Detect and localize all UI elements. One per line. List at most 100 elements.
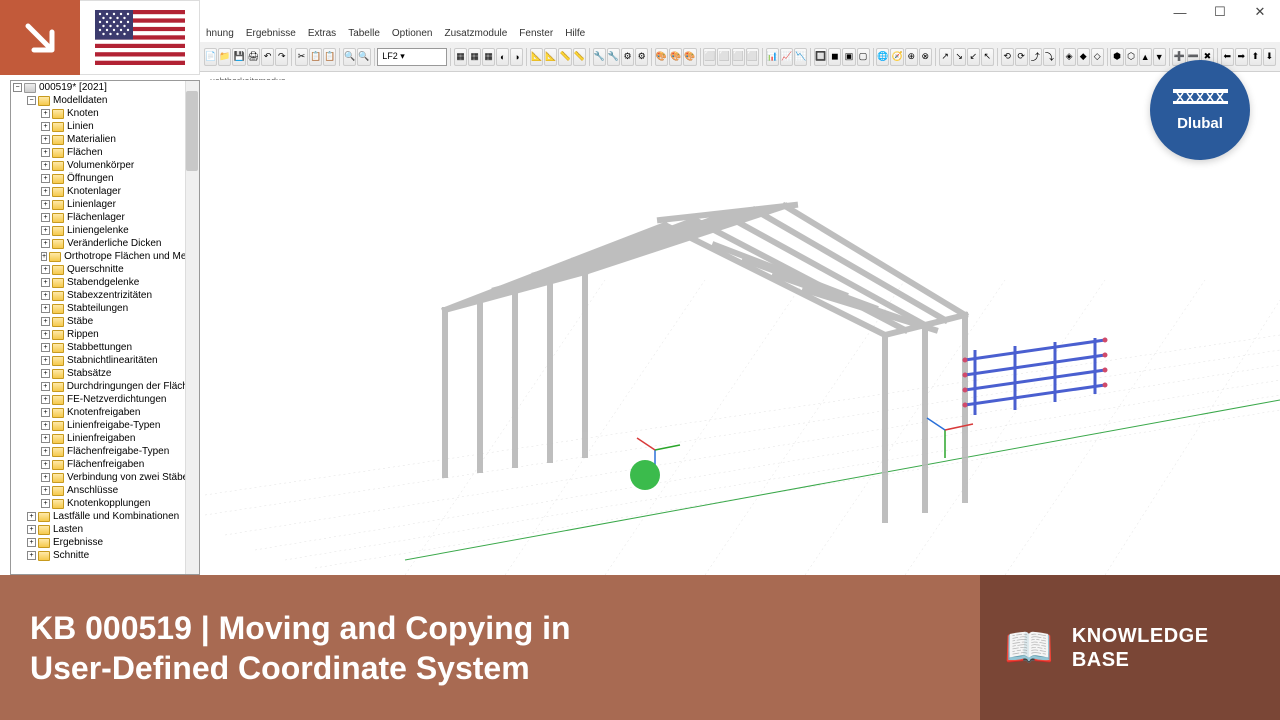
tree-item[interactable]: +Linienfreigabe-Typen <box>11 419 199 432</box>
tree-item[interactable]: +Liniengelenke <box>11 224 199 237</box>
toolbar-button[interactable]: ➡ <box>1235 48 1248 66</box>
toolbar-button[interactable]: 🎨 <box>683 48 696 66</box>
tree-item[interactable]: +Stabnichtlinearitäten <box>11 354 199 367</box>
menu-item[interactable]: Zusatzmodule <box>444 28 507 39</box>
toolbar-button[interactable]: ⬢ <box>1110 48 1123 66</box>
toolbar-button[interactable]: 📊 <box>766 48 779 66</box>
tree-item[interactable]: +Verbindung von zwei Stäben <box>11 471 199 484</box>
maximize-button[interactable]: ☐ <box>1200 0 1240 24</box>
toolbar-button[interactable]: 📄 <box>204 48 217 66</box>
toolbar-button[interactable]: ⬜ <box>732 48 745 66</box>
toolbar-button[interactable]: ⬇ <box>1263 48 1276 66</box>
tree-item[interactable]: −000519* [2021] <box>11 81 199 94</box>
toolbar-button[interactable]: 📐 <box>544 48 557 66</box>
menu-item[interactable]: Optionen <box>392 28 433 39</box>
tree-item[interactable]: +Stabexzentrizitäten <box>11 289 199 302</box>
tree-item[interactable]: +Orthotrope Flächen und Membran <box>11 250 199 263</box>
tree-item[interactable]: +Materialien <box>11 133 199 146</box>
menu-item[interactable]: Extras <box>308 28 336 39</box>
toolbar-button[interactable]: 📈 <box>780 48 793 66</box>
toolbar-button[interactable]: 💾 <box>232 48 245 66</box>
tree-item[interactable]: +Rippen <box>11 328 199 341</box>
close-button[interactable]: ✕ <box>1240 0 1280 24</box>
toolbar-button[interactable]: ⟲ <box>1001 48 1014 66</box>
menu-item[interactable]: Fenster <box>519 28 553 39</box>
toolbar-button[interactable]: ⬡ <box>1125 48 1138 66</box>
toolbar-button[interactable]: 📉 <box>794 48 807 66</box>
toolbar-button[interactable]: ▢ <box>857 48 870 66</box>
tree-item[interactable]: +Stabendgelenke <box>11 276 199 289</box>
tree-item[interactable]: +Volumenkörper <box>11 159 199 172</box>
tree-item[interactable]: +Querschnitte <box>11 263 199 276</box>
toolbar-button[interactable]: ◐ <box>496 48 509 66</box>
3d-viewport[interactable] <box>205 80 1280 575</box>
toolbar-button[interactable]: ⚙ <box>635 48 648 66</box>
tree-item[interactable]: +Durchdringungen der Flächen <box>11 380 199 393</box>
tree-item[interactable]: +Knotenkopplungen <box>11 497 199 510</box>
toolbar-button[interactable]: ▦ <box>468 48 481 66</box>
tree-item[interactable]: +Lasten <box>11 523 199 536</box>
toolbar-button[interactable]: 🖨 <box>247 48 260 66</box>
toolbar-button[interactable]: ⬅ <box>1221 48 1234 66</box>
toolbar-button[interactable]: 📋 <box>309 48 322 66</box>
tree-item[interactable]: +Öffnungen <box>11 172 199 185</box>
tree-item[interactable]: +Knotenlager <box>11 185 199 198</box>
toolbar-button[interactable]: ⬜ <box>746 48 759 66</box>
toolbar-button[interactable]: ⬜ <box>717 48 730 66</box>
tree-item[interactable]: +Anschlüsse <box>11 484 199 497</box>
toolbar-button[interactable]: ↘ <box>953 48 966 66</box>
tree-item[interactable]: +Lastfälle und Kombinationen <box>11 510 199 523</box>
toolbar-button[interactable]: 📁 <box>218 48 231 66</box>
toolbar-button[interactable]: 🎨 <box>655 48 668 66</box>
tree-item[interactable]: +Linienlager <box>11 198 199 211</box>
tree-item[interactable]: +Knotenfreigaben <box>11 406 199 419</box>
toolbar-button[interactable]: 🎨 <box>669 48 682 66</box>
toolbar-button[interactable]: ◇ <box>1091 48 1104 66</box>
toolbar-button[interactable]: ↗ <box>939 48 952 66</box>
scrollbar-thumb[interactable] <box>186 91 198 171</box>
toolbar-button[interactable]: 📋 <box>323 48 336 66</box>
tree-item[interactable]: −Modelldaten <box>11 94 199 107</box>
toolbar-button[interactable]: 🔲 <box>814 48 827 66</box>
toolbar-button[interactable]: ⤵ <box>1043 48 1056 66</box>
tree-item[interactable]: +Flächenfreigaben <box>11 458 199 471</box>
toolbar-button[interactable]: 🧭 <box>890 48 903 66</box>
toolbar-button[interactable]: ◆ <box>1077 48 1090 66</box>
toolbar-button[interactable]: ⊗ <box>919 48 932 66</box>
tree-item[interactable]: +Flächen <box>11 146 199 159</box>
tree-item[interactable]: +Stäbe <box>11 315 199 328</box>
tree-item[interactable]: +Knoten <box>11 107 199 120</box>
toolbar-button[interactable]: 📏 <box>558 48 571 66</box>
toolbar-button[interactable]: ↙ <box>967 48 980 66</box>
toolbar-button[interactable]: ▲ <box>1139 48 1152 66</box>
toolbar-button[interactable]: 📐 <box>530 48 543 66</box>
toolbar-button[interactable]: ⤴ <box>1029 48 1042 66</box>
toolbar-button[interactable]: ◑ <box>510 48 523 66</box>
tree-item[interactable]: +Stabteilungen <box>11 302 199 315</box>
toolbar-button[interactable]: ⟳ <box>1015 48 1028 66</box>
toolbar-button[interactable]: ◈ <box>1063 48 1076 66</box>
tree-item[interactable]: +Linienfreigaben <box>11 432 199 445</box>
toolbar-button[interactable]: ✂ <box>295 48 308 66</box>
toolbar-button[interactable]: ▦ <box>454 48 467 66</box>
toolbar-button[interactable]: ▣ <box>842 48 855 66</box>
tree-item[interactable]: +Flächenfreigabe-Typen <box>11 445 199 458</box>
menu-item[interactable]: Tabelle <box>348 28 380 39</box>
toolbar-button[interactable]: ▼ <box>1153 48 1166 66</box>
toolbar-button[interactable]: ⬆ <box>1249 48 1262 66</box>
toolbar-button[interactable]: 🔧 <box>593 48 606 66</box>
toolbar-button[interactable]: 📏 <box>573 48 586 66</box>
tree-item[interactable]: +Veränderliche Dicken <box>11 237 199 250</box>
toolbar-button[interactable]: ⊕ <box>905 48 918 66</box>
loadcase-dropdown[interactable]: LF2 ▾ <box>377 48 447 66</box>
toolbar-button[interactable]: ⚙ <box>621 48 634 66</box>
tree-item[interactable]: +Stabsätze <box>11 367 199 380</box>
minimize-button[interactable]: — <box>1160 0 1200 24</box>
menu-item[interactable]: hnung <box>206 28 234 39</box>
tree-item[interactable]: +Schnitte <box>11 549 199 562</box>
toolbar-button[interactable]: ▦ <box>482 48 495 66</box>
tree-item[interactable]: +Ergebnisse <box>11 536 199 549</box>
toolbar-button[interactable]: ↖ <box>981 48 994 66</box>
tree-item[interactable]: +Stabbettungen <box>11 341 199 354</box>
toolbar-button[interactable]: ⬜ <box>703 48 716 66</box>
